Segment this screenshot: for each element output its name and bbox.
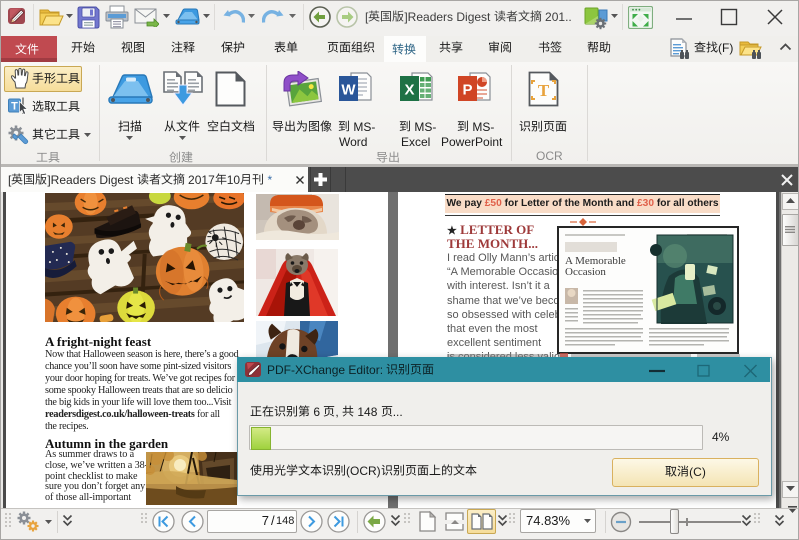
svg-text:T: T [538, 81, 550, 100]
svg-text:Occasion: Occasion [565, 266, 606, 278]
svg-text:P: P [462, 82, 472, 99]
svg-text:X: X [404, 82, 414, 99]
svg-text:W: W [341, 82, 356, 99]
svg-text:T: T [11, 101, 18, 113]
